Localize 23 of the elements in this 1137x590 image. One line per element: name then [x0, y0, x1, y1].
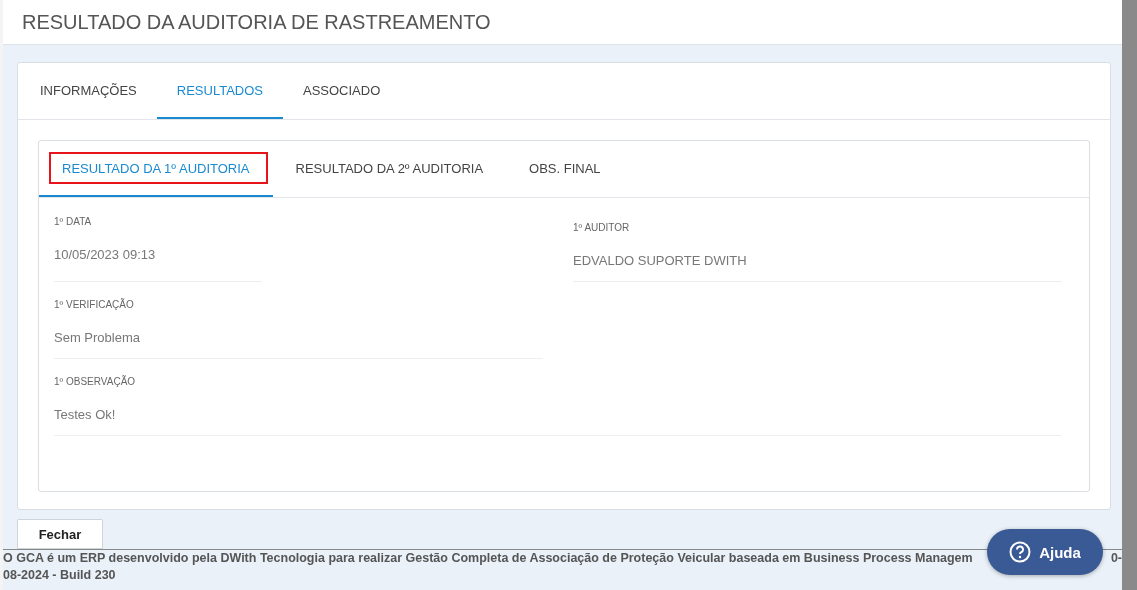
- help-button[interactable]: Ajuda: [987, 529, 1103, 575]
- close-button[interactable]: Fechar: [17, 519, 103, 549]
- field-label: 1º AUDITOR: [573, 222, 631, 233]
- subtab[interactable]: RESULTADO DA 1º AUDITORIA: [39, 141, 273, 197]
- field-label: 1º VERIFICAÇÃO: [54, 299, 135, 310]
- field-value: Sem Problema: [54, 330, 141, 345]
- tab[interactable]: INFORMAÇÕES: [20, 63, 157, 119]
- scrollbar[interactable]: [1122, 0, 1137, 590]
- subtab[interactable]: OBS. FINAL: [506, 141, 624, 197]
- highlight-frame: RESULTADO DA 1º AUDITORIA: [49, 152, 268, 184]
- footer-text: 08-2024 - Build 230: [3, 567, 116, 584]
- field-label: 1º OBSERVAÇÃO: [54, 376, 137, 387]
- field-value: Testes Ok!: [54, 407, 117, 422]
- tab[interactable]: ASSOCIADO: [283, 63, 401, 119]
- field-label: 1º DATA: [54, 216, 93, 227]
- help-icon: [1009, 541, 1032, 563]
- tab[interactable]: RESULTADOS: [156, 63, 283, 119]
- field-value: 10/05/2023 09:13: [54, 247, 157, 262]
- footer-text: 0-: [1110, 550, 1122, 567]
- window-title: RESULTADO DA AUDITORIA DE RASTREAMENTO: [22, 10, 491, 34]
- field-value: EDVALDO SUPORTE DWITH: [573, 253, 748, 268]
- footer-text: O GCA é um ERP desenvolvido pela DWith Tecnologia para realizar Gestão Completa de Associação de Proteção Veicular baseada em Business Process Managem: [3, 550, 973, 567]
- subtab[interactable]: RESULTADO DA 2º AUDITORIA: [272, 141, 507, 197]
